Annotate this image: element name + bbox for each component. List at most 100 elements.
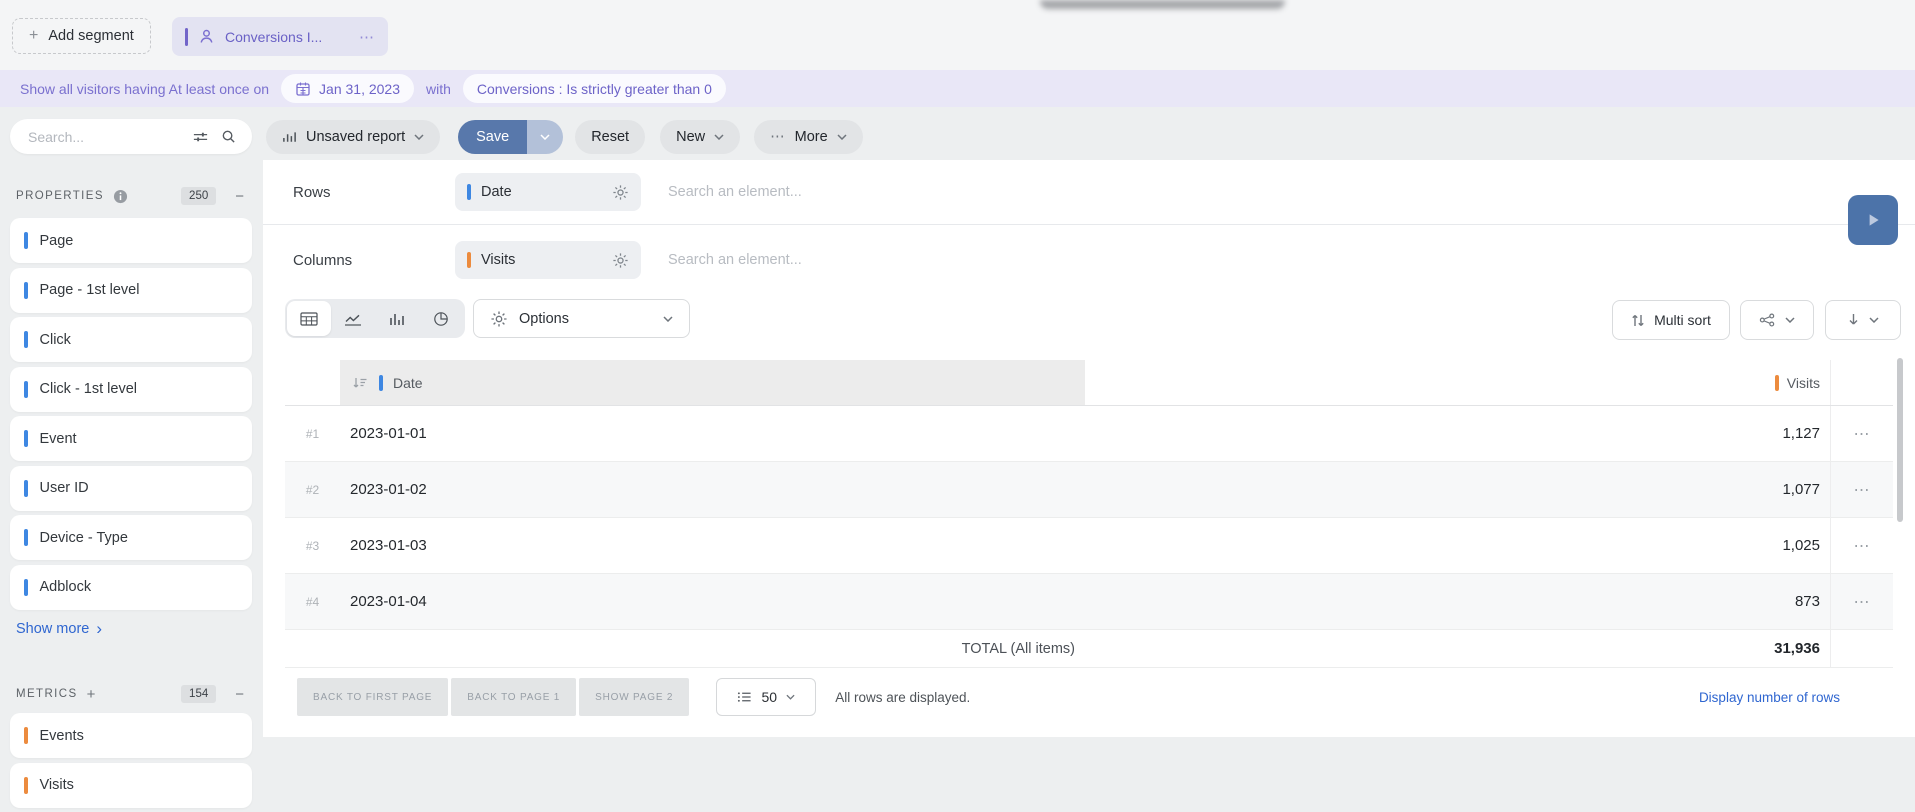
gear-icon[interactable]: [612, 252, 629, 269]
filter-condition-value: Conversions : Is strictly greater than 0: [477, 81, 712, 97]
reset-button[interactable]: Reset: [575, 120, 645, 154]
table-view-toggle[interactable]: [287, 301, 331, 336]
person-icon: [198, 28, 215, 45]
metrics-collapse-button[interactable]: −: [235, 687, 244, 702]
sidebar-property-item[interactable]: Click - 1st level: [10, 367, 252, 412]
add-metric-icon[interactable]: +: [87, 686, 96, 703]
info-icon[interactable]: [113, 189, 128, 204]
view-type-toggles: [285, 299, 465, 338]
properties-collapse-button[interactable]: −: [235, 189, 244, 204]
item-label: Click: [40, 332, 71, 348]
row-menu-button[interactable]: ⋯: [1830, 518, 1893, 573]
display-number-of-rows-link[interactable]: Display number of rows: [1699, 678, 1840, 716]
filter-sliders-icon[interactable]: [192, 130, 209, 144]
list-icon: [737, 691, 752, 703]
save-dropdown-button[interactable]: [527, 120, 563, 154]
run-report-button[interactable]: [1848, 195, 1898, 245]
row-date-value: 2023-01-04: [340, 574, 1085, 629]
gear-icon[interactable]: [612, 184, 629, 201]
row-menu-button[interactable]: ⋯: [1830, 574, 1893, 629]
sidebar-property-item[interactable]: Page: [10, 218, 252, 263]
search-icon[interactable]: [221, 129, 236, 144]
sidebar-search: [10, 119, 252, 154]
column-chart-view-toggle[interactable]: [375, 301, 419, 336]
sidebar-property-item[interactable]: User ID: [10, 466, 252, 511]
download-button[interactable]: [1825, 300, 1901, 340]
rows-element-search-input[interactable]: [668, 160, 1088, 224]
multi-sort-button[interactable]: Multi sort: [1612, 300, 1730, 340]
metrics-list: Events Visits: [10, 713, 252, 812]
show-more-label: Show more: [16, 621, 89, 637]
chevron-down-icon: [786, 694, 795, 700]
chevron-right-icon: ›: [96, 620, 102, 637]
sidebar-property-item[interactable]: Adblock: [10, 565, 252, 610]
table-total-row: TOTAL (All items) 31,936: [285, 630, 1893, 668]
chevron-down-icon: [837, 134, 847, 140]
save-button[interactable]: Save: [458, 120, 527, 154]
sidebar-search-input[interactable]: [28, 129, 180, 145]
table-row[interactable]: #12023-01-011,127⋯: [285, 406, 1893, 462]
report-name: Unsaved report: [306, 129, 405, 145]
item-label: Page - 1st level: [40, 282, 140, 298]
item-label: Visits: [40, 777, 74, 793]
sidebar-property-item[interactable]: Click: [10, 317, 252, 362]
options-button[interactable]: Options: [473, 299, 690, 338]
gear-icon: [490, 310, 508, 328]
report-selector[interactable]: Unsaved report: [266, 120, 440, 154]
new-button[interactable]: New: [660, 120, 740, 154]
sidebar-property-item[interactable]: Device - Type: [10, 515, 252, 560]
pie-chart-view-toggle[interactable]: [419, 301, 463, 336]
page-size-select[interactable]: 50: [716, 678, 816, 716]
segment-chip[interactable]: Conversions I... ⋯: [172, 17, 388, 56]
share-icon: [1759, 313, 1776, 327]
property-color-bar: [24, 381, 28, 398]
property-color-bar: [24, 480, 28, 497]
columns-builder: Columns Visits: [263, 225, 1915, 295]
browser-artifact: [1040, 0, 1285, 9]
row-menu-button[interactable]: ⋯: [1830, 462, 1893, 517]
metric-color-bar: [24, 727, 28, 744]
item-label: Adblock: [40, 579, 92, 595]
new-button-label: New: [676, 129, 705, 145]
line-chart-view-toggle[interactable]: [331, 301, 375, 336]
table-row[interactable]: #42023-01-04873⋯: [285, 574, 1893, 630]
download-arrow-icon: [1847, 313, 1860, 327]
play-icon: [1864, 211, 1882, 229]
show-page-2-button[interactable]: SHOW PAGE 2: [579, 678, 689, 716]
sidebar-metric-item[interactable]: Events: [10, 713, 252, 758]
chevron-down-icon: [714, 134, 724, 140]
filter-date-pill[interactable]: Jan 31, 2023: [281, 74, 414, 103]
chevron-down-icon: [663, 316, 673, 322]
date-column-label: Date: [393, 375, 423, 391]
visits-column-header[interactable]: Visits: [1085, 360, 1830, 405]
show-more-link[interactable]: Show more ›: [16, 620, 102, 637]
share-button[interactable]: [1740, 300, 1814, 340]
back-to-page-1-button[interactable]: BACK TO PAGE 1: [451, 678, 576, 716]
date-column-header[interactable]: Date: [340, 360, 1085, 405]
add-segment-button[interactable]: + Add segment: [12, 18, 151, 54]
sidebar-property-item[interactable]: Event: [10, 416, 252, 461]
rows-dimension-name: Date: [481, 184, 602, 200]
add-segment-label: Add segment: [48, 28, 133, 44]
bar-chart-icon: [282, 130, 297, 144]
table-header-row: Date Visits: [285, 360, 1893, 406]
table-row[interactable]: #22023-01-021,077⋯: [285, 462, 1893, 518]
page-size-value: 50: [761, 689, 777, 705]
columns-element-search-input[interactable]: [668, 225, 1088, 295]
property-color-bar: [24, 529, 28, 546]
back-to-first-page-button[interactable]: BACK TO FIRST PAGE: [297, 678, 448, 716]
segment-more-button[interactable]: ⋯: [359, 28, 375, 46]
columns-metric-chip[interactable]: Visits: [455, 241, 641, 279]
total-visits-value: 31,936: [1085, 630, 1830, 667]
more-button[interactable]: ⋯ More: [754, 120, 863, 154]
table-row[interactable]: #32023-01-031,025⋯: [285, 518, 1893, 574]
filter-condition-pill[interactable]: Conversions : Is strictly greater than 0: [463, 74, 726, 103]
row-menu-button[interactable]: ⋯: [1830, 406, 1893, 461]
vertical-scrollbar[interactable]: [1897, 358, 1903, 522]
rows-dimension-chip[interactable]: Date: [455, 173, 641, 211]
options-label: Options: [519, 311, 652, 327]
sidebar-metric-item[interactable]: Visits: [10, 763, 252, 808]
sidebar-property-item[interactable]: Page - 1st level: [10, 268, 252, 313]
chevron-down-icon: [414, 134, 424, 140]
data-table: Date Visits #12023-01-011,127⋯#22023-01-…: [285, 360, 1893, 668]
